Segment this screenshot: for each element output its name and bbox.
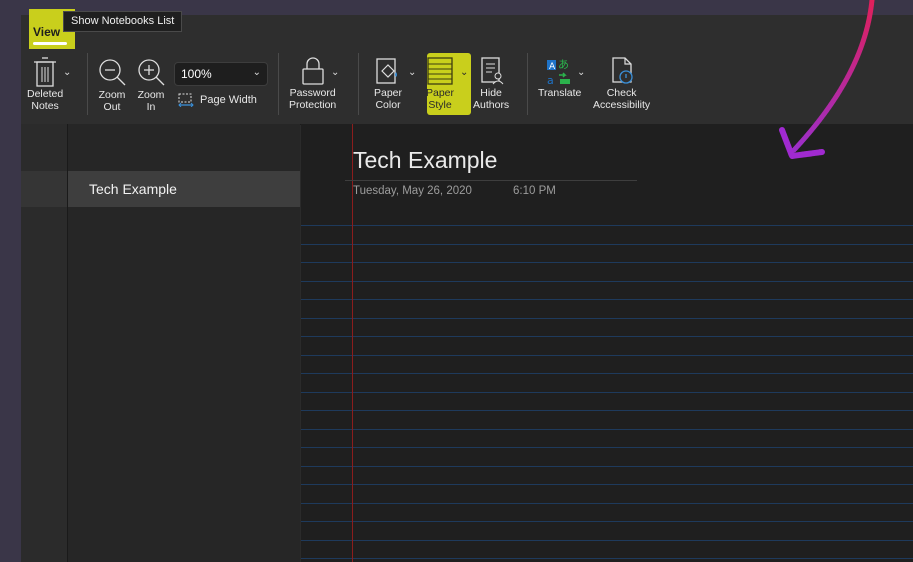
paper-color-label: Paper Color xyxy=(374,87,403,111)
ruled-line xyxy=(301,281,913,282)
trash-icon xyxy=(34,57,57,87)
ruled-line xyxy=(301,318,913,319)
ruled-line xyxy=(301,244,913,245)
zoom-out-button[interactable]: Zoom Out xyxy=(97,57,127,113)
ruled-line xyxy=(301,336,913,337)
zoom-level-select[interactable]: 100% ⌄ xyxy=(174,62,268,86)
page-title[interactable]: Tech Example xyxy=(353,147,497,174)
page-width-button[interactable]: Page Width xyxy=(178,93,257,107)
lock-icon xyxy=(301,57,324,85)
page-width-label: Page Width xyxy=(200,94,257,106)
ruled-line xyxy=(301,521,913,522)
zoom-out-icon xyxy=(99,59,126,86)
page-list-item-label: Tech Example xyxy=(89,181,177,197)
ruled-line xyxy=(301,373,913,374)
translate-icon: A あ a xyxy=(546,58,570,87)
hide-authors-label: Hide Authors xyxy=(473,87,510,111)
ruled-line xyxy=(301,392,913,393)
chevron-down-icon: ⌄ xyxy=(252,67,261,78)
ribbon-separator xyxy=(87,53,88,115)
svg-text:a: a xyxy=(547,74,554,87)
ruled-line xyxy=(301,262,913,263)
note-canvas[interactable]: Tech Example Tuesday, May 26, 2020 6:10 … xyxy=(301,124,913,562)
zoom-in-icon xyxy=(138,59,165,86)
selected-section[interactable] xyxy=(21,171,67,207)
chevron-down-icon[interactable]: ⌄ xyxy=(331,67,339,78)
translate-button[interactable]: A あ a Translate xyxy=(538,55,581,99)
ruled-line xyxy=(301,299,913,300)
chevron-down-icon[interactable]: ⌄ xyxy=(460,67,468,78)
svg-text:A: A xyxy=(549,62,556,72)
ribbon-separator xyxy=(358,53,359,115)
zoom-in-label: Zoom In xyxy=(137,89,165,113)
paper-style-button[interactable]: Paper Style xyxy=(425,55,455,111)
zoom-in-button[interactable]: Zoom In xyxy=(136,57,166,113)
ruled-line xyxy=(301,484,913,485)
active-tab-indicator xyxy=(33,42,67,45)
svg-text:あ: あ xyxy=(558,58,569,71)
show-notebooks-tooltip: Show Notebooks List xyxy=(63,11,183,32)
chevron-down-icon[interactable]: ⌄ xyxy=(408,67,416,78)
zoom-out-label: Zoom Out xyxy=(98,89,126,113)
page-date: Tuesday, May 26, 2020 xyxy=(353,185,472,197)
annotation-arrow xyxy=(779,0,875,159)
paper-style-label: Paper Style xyxy=(425,87,455,111)
ruled-line xyxy=(301,503,913,504)
check-accessibility-button[interactable]: Check Accessibility xyxy=(593,55,650,111)
section-list xyxy=(21,124,68,562)
page-list-item[interactable]: Tech Example xyxy=(68,171,300,207)
paper-color-button[interactable]: Paper Color xyxy=(374,55,402,111)
ruled-line xyxy=(301,447,913,448)
ruled-line xyxy=(301,429,913,430)
ruled-line xyxy=(301,355,913,356)
chevron-down-icon[interactable]: ⌄ xyxy=(63,67,71,78)
chevron-down-icon[interactable]: ⌄ xyxy=(577,67,585,78)
check-accessibility-icon xyxy=(611,57,633,84)
deleted-notes-button[interactable]: Deleted Notes xyxy=(27,56,63,112)
page-time: 6:10 PM xyxy=(513,185,556,197)
hide-authors-button[interactable]: Hide Authors xyxy=(473,55,509,111)
password-protection-button[interactable]: Password Protection xyxy=(289,55,336,111)
ribbon-separator xyxy=(527,53,528,115)
translate-label: Translate xyxy=(538,87,582,99)
zoom-level-value: 100% xyxy=(181,67,212,81)
ruled-line xyxy=(301,466,913,467)
deleted-notes-label: Deleted Notes xyxy=(27,88,64,112)
page-width-icon xyxy=(178,93,194,107)
password-protection-label: Password Protection xyxy=(289,87,337,111)
hide-authors-icon xyxy=(481,57,504,85)
ruled-line xyxy=(301,558,913,559)
check-accessibility-label: Check Accessibility xyxy=(593,87,651,111)
paper-style-icon xyxy=(427,57,453,85)
ruled-line xyxy=(301,410,913,411)
tab-view-label: View xyxy=(33,25,61,39)
title-underline xyxy=(345,180,637,181)
ruled-line xyxy=(301,540,913,541)
paper-color-icon xyxy=(376,58,398,84)
ruled-line xyxy=(301,225,913,226)
ribbon-separator xyxy=(278,53,279,115)
